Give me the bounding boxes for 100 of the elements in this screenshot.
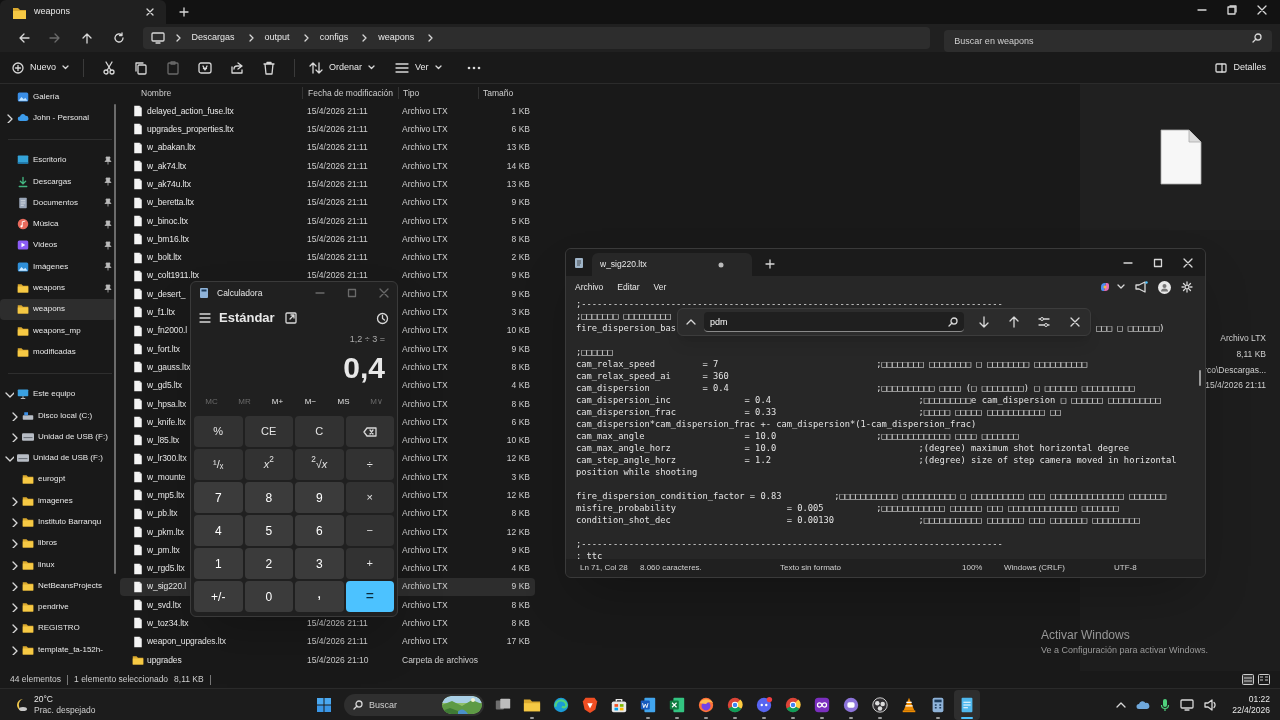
code-line: position while shooting xyxy=(576,466,698,478)
code-line: □□□ □ □□□□□□) xyxy=(1096,322,1165,334)
expression: 1,2 ÷ 3 = xyxy=(349,333,385,347)
file-name: w_desert_ xyxy=(147,287,186,301)
modified-date: 15/4/2026 21:11 xyxy=(307,270,368,281)
file-name: w_gauss.ltx xyxy=(147,360,191,374)
file-name: weapon_upgrades.ltx xyxy=(147,635,226,649)
file-name: w_knife.ltx xyxy=(147,415,186,429)
file-type: Archivo LTX xyxy=(402,471,448,482)
file-type: Archivo LTX xyxy=(402,453,448,464)
file-size: 8 KB xyxy=(511,599,530,610)
status-text: 8.060 caracteres. xyxy=(640,563,702,572)
modified-date: 15/4/2026 21:11 xyxy=(1205,379,1266,392)
file-type: Archivo LTX xyxy=(402,233,448,244)
modified-date: 15/4/2026 21:11 xyxy=(307,160,368,171)
modified-date: 15/4/2026 21:11 xyxy=(307,178,368,189)
window-title: Calculadora xyxy=(217,286,264,300)
selection-info: 1 elemento seleccionado xyxy=(74,673,169,686)
file-name: w_sig220.l xyxy=(147,580,187,594)
file-name: delayed_action_fuse.ltx xyxy=(147,104,234,118)
file-name: w_fort.ltx xyxy=(147,342,180,356)
file-type: Archivo LTX xyxy=(402,325,448,336)
file-size: 14 KB xyxy=(506,160,530,171)
file-name: w_beretta.ltx xyxy=(147,196,194,209)
status-text: 100% xyxy=(962,563,983,572)
file-name: w_l85.ltx xyxy=(147,434,180,447)
file-name: w_toz34.ltx xyxy=(147,617,189,630)
mode-title: Estándar xyxy=(219,309,275,328)
status-text: Windows (CRLF) xyxy=(1004,563,1065,572)
file-name: w_abakan.ltx xyxy=(147,141,196,155)
file-name: w_svd.ltx xyxy=(147,598,182,612)
file-size: 9 KB xyxy=(511,581,530,592)
file-type: Archivo LTX xyxy=(1220,332,1266,345)
file-type: Archivo LTX xyxy=(402,490,448,500)
file-name: w_bolt.ltx xyxy=(147,251,182,264)
temperature: 20°C xyxy=(34,693,54,705)
file-type: Archivo LTX xyxy=(402,581,448,592)
file-type: Archivo LTX xyxy=(402,544,448,555)
file-type: Archivo LTX xyxy=(402,636,448,647)
activation-message: Ve a Configuración para activar Windows. xyxy=(1041,644,1209,657)
code-line: cam_relax_speed = 7 ;□□□□□□□□ □□□□□□□□ □ □□□□□□□□ □□□□□□□□□□ xyxy=(576,358,1087,370)
file-type: Carpeta de archivos xyxy=(402,654,479,665)
file-type: Archivo LTX xyxy=(402,178,448,189)
file-type: Archivo LTX xyxy=(402,197,448,208)
code-line: cam_dispersion = 0.4 ;□□□□□□□□□□ □□□□ (□ □□□□□□□□) □ □□□□□□ □□□□□□□□□□ xyxy=(576,382,1135,394)
file-size: 12 KB xyxy=(506,490,530,500)
selection-size: 8,11 KB xyxy=(174,673,204,686)
modified-date: 15/4/2026 21:11 xyxy=(307,105,368,116)
file-size: 10 KB xyxy=(506,435,530,446)
modified-date: 15/4/2026 21:11 xyxy=(307,197,368,208)
code-line: fire_dispersion_bas xyxy=(576,322,677,334)
file-name: w_hpsa.ltx xyxy=(147,397,187,411)
file-type: Archivo LTX xyxy=(402,563,448,574)
status-text: Ln 71, Col 28 xyxy=(580,563,628,572)
status-text: UTF-8 xyxy=(1114,563,1137,572)
file-size: 1 KB xyxy=(511,105,530,116)
file-type: Archivo LTX xyxy=(402,380,448,391)
file-size: 9 KB xyxy=(511,288,530,299)
file-name: w_pkm.ltx xyxy=(147,525,184,539)
status-text: Texto sin formato xyxy=(780,563,841,572)
file-name: w_binoc.ltx xyxy=(147,214,188,228)
file-name: w_rgd5.ltx xyxy=(147,562,185,575)
file-size: 9 KB xyxy=(511,270,530,281)
file-type: Archivo LTX xyxy=(402,215,448,226)
file-type: Archivo LTX xyxy=(402,160,448,171)
modified-date: 15/4/2026 21:11 xyxy=(307,618,368,629)
file-name: w_mounte xyxy=(147,470,186,484)
file-size: 5 KB xyxy=(511,215,530,226)
modified-date: 15/4/2026 21:11 xyxy=(307,636,368,647)
file-name: w_ak74u.ltx xyxy=(147,177,191,191)
file-name: w_f1.ltx xyxy=(147,306,176,319)
file-type: Archivo LTX xyxy=(402,105,448,116)
file-type: Archivo LTX xyxy=(402,435,448,446)
file-size: 3 KB xyxy=(511,471,530,482)
file-type: Archivo LTX xyxy=(402,270,448,281)
code-line: misfire_probability = 0.005 ;□□□□□□□□□□□□ □□□□□□ □□□ □□□□□□□□□□□□□ □□□□□□□ xyxy=(576,502,1119,514)
code-line: cam_dispersion_inc = 0.4 ;□□□□□□□□□e cam_dispersion □ □□□□□□ □□□□□□□□□□ xyxy=(576,394,1161,406)
file-name: w_colt1911.ltx xyxy=(147,269,199,283)
file-size: 4 KB xyxy=(511,563,530,574)
modified-date: 15/4/2026 21:11 xyxy=(307,142,368,153)
file-path: rco\Descargas... xyxy=(1204,363,1266,377)
file-size: 12 KB xyxy=(506,526,530,537)
code-line: cam_max_angle_horz = 10.0 ;(degree) maximum shot horizontal degree xyxy=(576,442,1130,454)
file-size: 13 KB xyxy=(506,178,530,189)
file-name: upgrades_properties.ltx xyxy=(147,123,234,136)
file-name: w_pb.ltx xyxy=(147,507,178,521)
modified-date: 15/4/2026 21:11 xyxy=(307,124,368,135)
file-type: Archivo LTX xyxy=(402,307,448,318)
file-size: 8 KB xyxy=(511,508,530,519)
code-line: fire_dispersion_condition_factor = 0.83 ;□□□□□□□□□□□ □□□□□□□□□□ □ □□□□□□□□□□ □□□ □□□□□□□□□□□□□□ □□□□□□□ xyxy=(576,490,1166,502)
file-size: 17 KB xyxy=(506,636,530,647)
code-line: condition_shot_dec = 0.00130 ;□□□□□□□□□□□ □□□□□□□ □□□ □□□□□□□ □□□□□□□□□ xyxy=(576,514,1140,526)
file-size: 2 KB xyxy=(511,252,530,263)
modified-date: 15/4/2026 21:11 xyxy=(307,233,368,244)
file-name: w_gd5.ltx xyxy=(147,379,182,392)
file-type: Archivo LTX xyxy=(402,288,448,299)
modified-date: 15/4/2026 21:11 xyxy=(307,215,368,226)
file-name: w_fn2000.l xyxy=(147,324,188,338)
code-line: ;-------------------------------------------------------------------------------- xyxy=(576,298,1003,310)
file-name: w_bm16.ltx xyxy=(147,232,189,246)
